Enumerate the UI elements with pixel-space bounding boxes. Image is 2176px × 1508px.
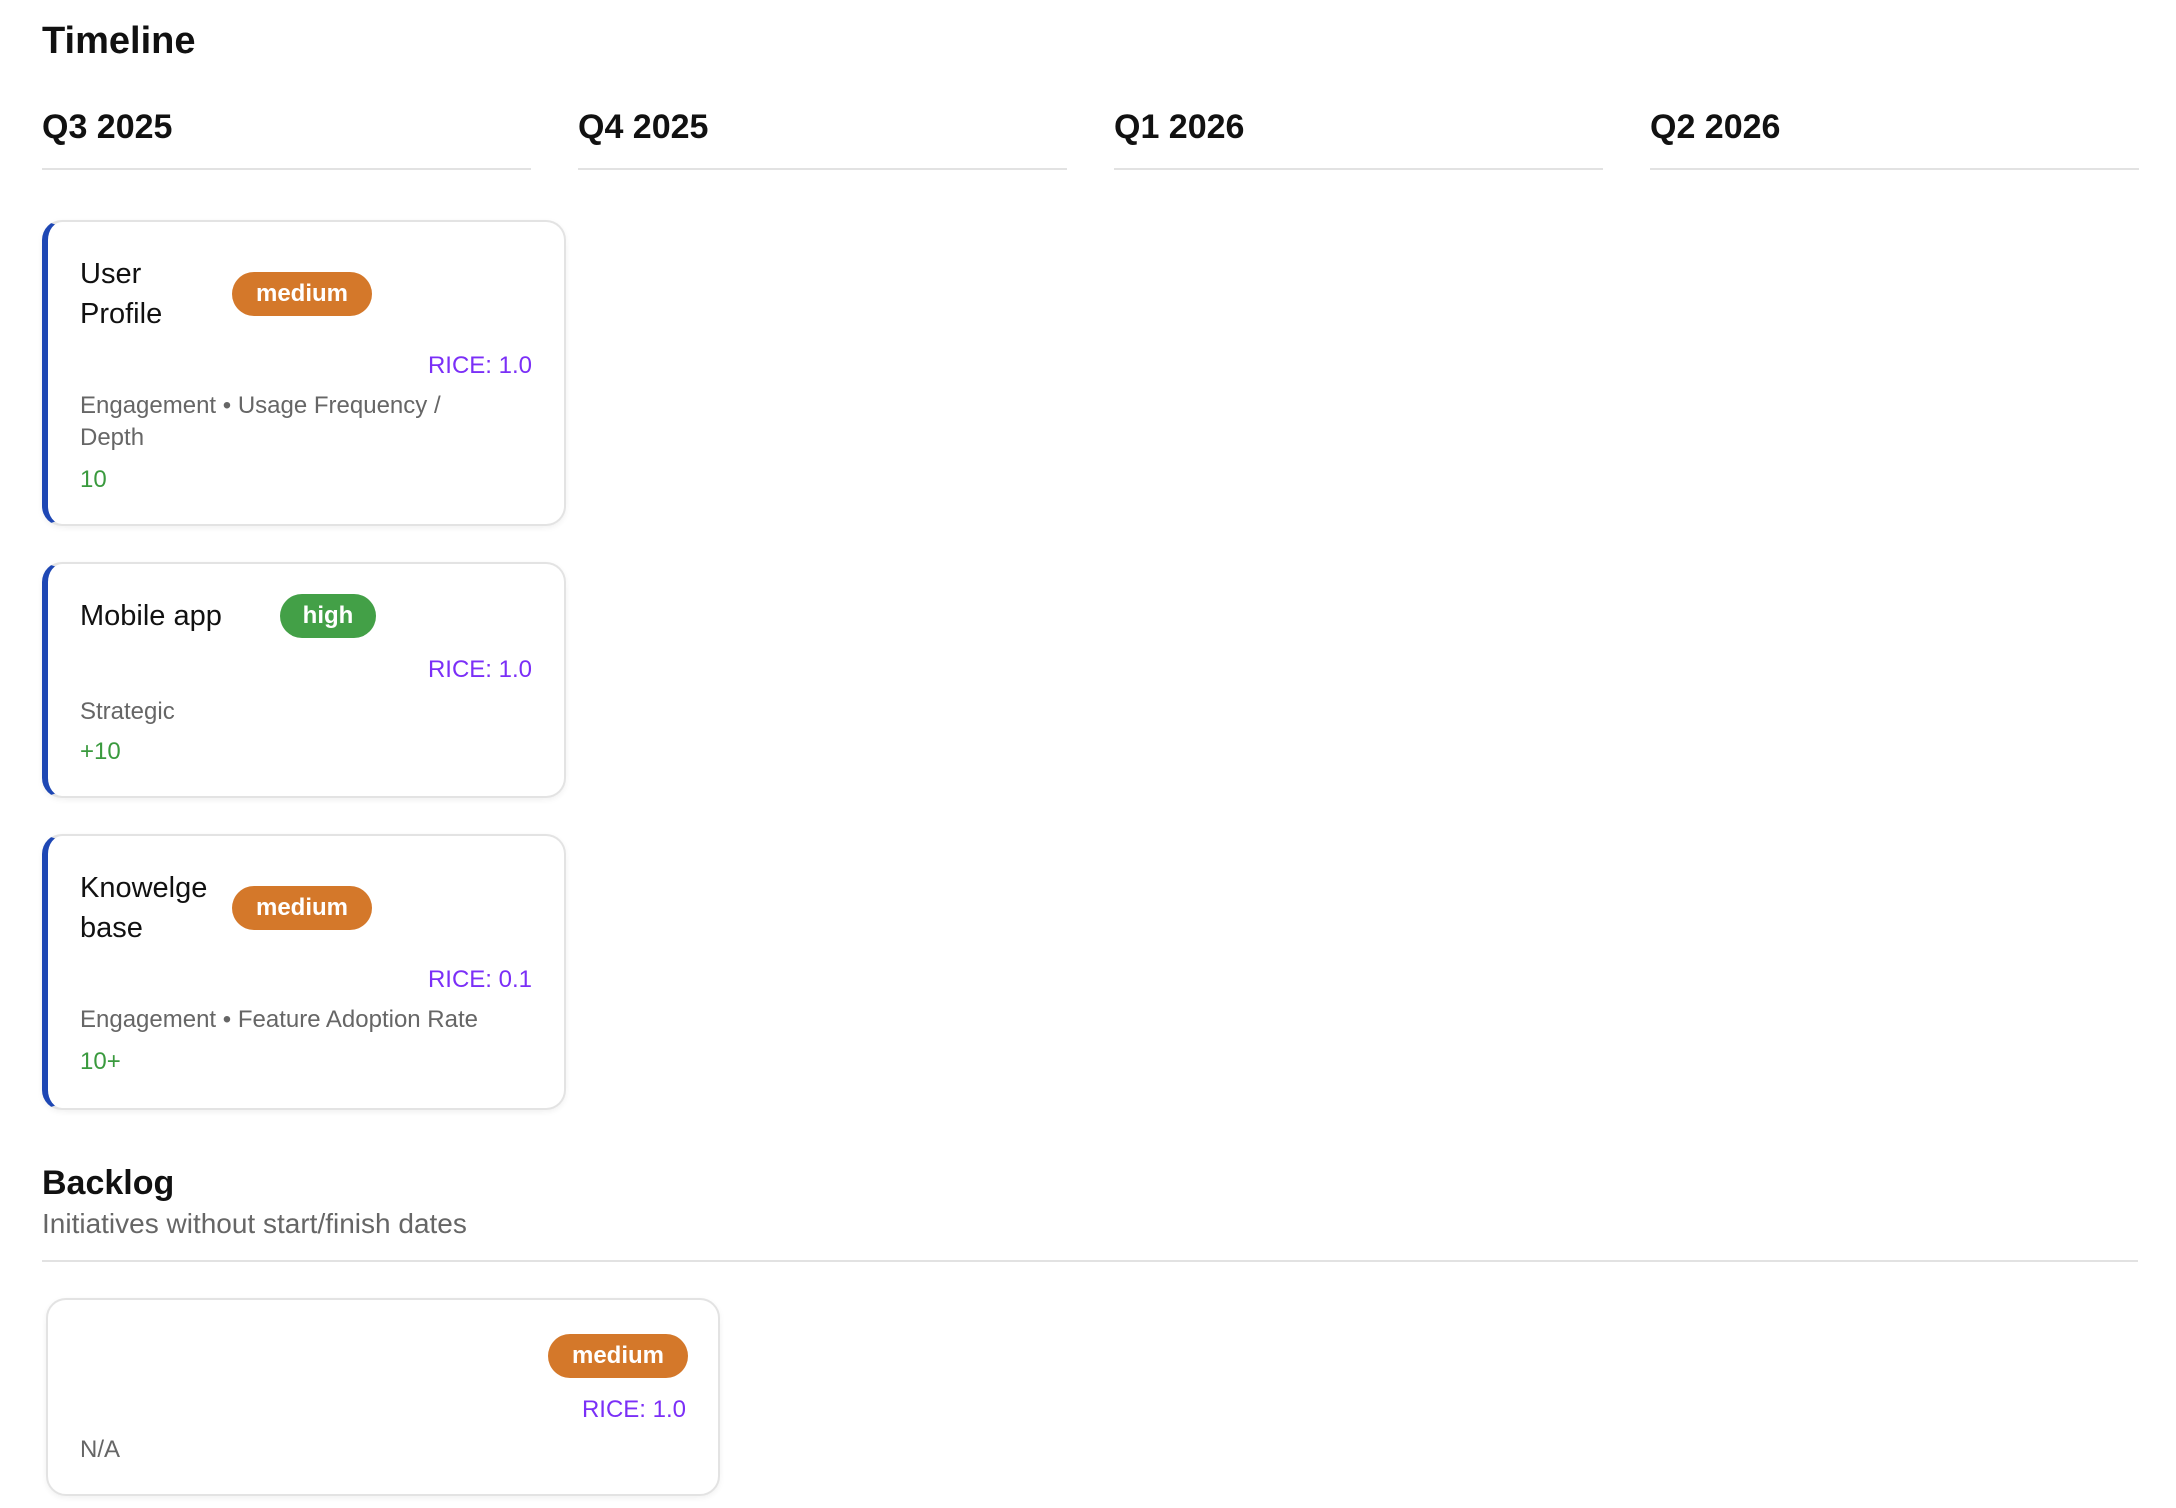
quarter-header-q3-2025: Q3 2025 — [42, 108, 531, 170]
priority-badge: medium — [232, 272, 372, 316]
card-metric: 10+ — [80, 1048, 121, 1075]
priority-badge: medium — [548, 1334, 688, 1378]
backlog-subtitle: Initiatives without start/finish dates — [42, 1208, 467, 1239]
quarter-label: Q1 2026 — [1114, 108, 1245, 146]
card-metric: 10 — [80, 466, 107, 493]
card-meta: N/A — [80, 1436, 121, 1463]
quarter-header-q2-2026: Q2 2026 — [1650, 108, 2139, 170]
card-meta: Engagement • Feature Adoption Rate — [80, 1006, 479, 1033]
card-title: Mobile app — [80, 600, 222, 632]
rice-score: RICE: 1.0 — [581, 1396, 686, 1423]
quarter-label: Q4 2025 — [578, 108, 709, 146]
quarter-header-q4-2025: Q4 2025 — [578, 108, 1067, 170]
rice-score: RICE: 0.1 — [427, 966, 532, 993]
backlog-divider — [42, 1260, 2138, 1262]
quarter-header-q1-2026: Q1 2026 — [1114, 108, 1603, 170]
quarter-label: Q2 2026 — [1650, 108, 1781, 146]
backlog-card[interactable]: medium RICE: 1.0 N/A — [46, 1298, 720, 1496]
card-metric: +10 — [80, 738, 121, 765]
initiative-card-mobile-app[interactable]: Mobile app high RICE: 1.0 Strategic +10 — [42, 562, 566, 798]
rice-score: RICE: 1.0 — [427, 656, 532, 683]
card-meta: Engagement • Usage Frequency / Depth — [80, 392, 441, 451]
initiative-card-knowledge-base[interactable]: Knowelge base medium RICE: 0.1 Engagemen… — [42, 834, 566, 1110]
priority-badge: medium — [232, 886, 372, 930]
initiative-card-user-profile[interactable]: User Profile medium RICE: 1.0 Engagement… — [42, 220, 566, 526]
backlog-title: Backlog — [42, 1164, 175, 1202]
card-title: Knowelge base — [80, 872, 208, 944]
card-title: User Profile — [80, 258, 163, 330]
page-title: Timeline — [42, 20, 196, 62]
rice-score: RICE: 1.0 — [427, 352, 532, 379]
card-meta: Strategic — [80, 698, 175, 725]
priority-badge: high — [280, 594, 376, 638]
quarter-label: Q3 2025 — [42, 108, 173, 146]
